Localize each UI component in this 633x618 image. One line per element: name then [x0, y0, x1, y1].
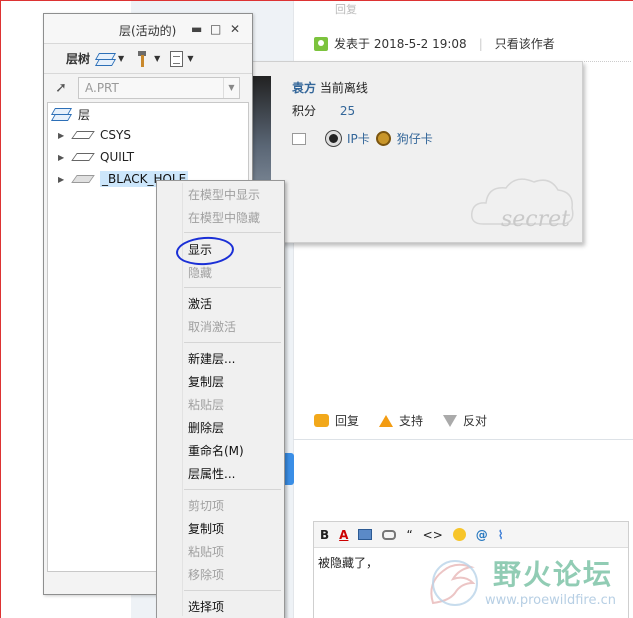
reply-label: 回复 — [335, 414, 360, 428]
model-selector-row: ➚ A.PRT ▼ — [44, 74, 252, 102]
menu-separator — [184, 489, 281, 490]
layers-icon[interactable] — [96, 52, 114, 66]
user-info-card: 袁方 当前离线 积分 25 IP卡 狗仔卡 secret — [246, 61, 583, 243]
layer-window-titlebar[interactable]: 层(活动的) ▬ □ ✕ — [44, 14, 252, 44]
tree-root-label: 层 — [78, 107, 91, 122]
menu-item-copy-layer[interactable]: 复制层 — [188, 373, 224, 390]
thumb-up-arrow-icon — [379, 414, 394, 427]
user-name-line: 袁方 当前离线 — [292, 79, 368, 96]
previous-reply-link[interactable]: 回复 — [335, 1, 357, 17]
layer-window-title: 层(活动的) — [119, 24, 177, 38]
expand-arrow-icon[interactable]: ▶ — [58, 175, 68, 184]
menu-item-rename[interactable]: 重命名(M) — [188, 442, 244, 459]
thumb-down-arrow-icon — [443, 414, 458, 427]
cursor-pick-icon[interactable]: ➚ — [48, 77, 74, 99]
user-status: 当前离线 — [319, 81, 368, 95]
chevron-down-icon[interactable]: ▼ — [154, 54, 160, 63]
link-icon[interactable] — [382, 529, 397, 540]
model-dropdown[interactable]: A.PRT ▼ — [78, 77, 240, 99]
mention-button[interactable]: @ — [476, 528, 488, 542]
close-button[interactable]: ✕ — [230, 22, 240, 36]
maximize-button[interactable]: □ — [210, 22, 221, 36]
tree-item-label: CSYS — [100, 128, 131, 142]
menu-item-cut-item[interactable]: 剪切项 — [188, 497, 224, 514]
settings-document-icon[interactable] — [170, 50, 184, 67]
card-links: IP卡 狗仔卡 — [292, 130, 433, 147]
points-value[interactable]: 25 — [340, 104, 355, 118]
layer-tree-label: 层树 — [66, 52, 91, 66]
menu-item-new-layer[interactable]: 新建层... — [188, 350, 235, 367]
tree-root[interactable]: 层 — [52, 104, 90, 124]
menu-separator — [184, 287, 281, 288]
emoji-icon[interactable] — [452, 528, 466, 541]
user-points: 积分 25 — [292, 102, 355, 119]
bold-button[interactable]: B — [320, 528, 329, 542]
menu-item-hide[interactable]: 隐藏 — [188, 264, 212, 281]
post-actions: 回复 支持 反对 — [314, 412, 501, 429]
watermark-title: 野火论坛 — [493, 558, 614, 591]
menu-separator — [184, 342, 281, 343]
menu-item-copy-item[interactable]: 复制项 — [188, 520, 224, 537]
expand-arrow-icon[interactable]: ▶ — [58, 131, 68, 140]
section-divider — [293, 439, 633, 440]
forum-watermark: 野火论坛 www.proewildfire.cn — [423, 551, 629, 615]
secret-watermark: secret — [500, 207, 570, 232]
chevron-down-icon[interactable]: ▼ — [118, 54, 124, 63]
tree-item-csys[interactable]: ▶ CSYS — [58, 125, 131, 145]
minimize-button[interactable]: ▬ — [191, 22, 202, 36]
reply-icon — [314, 414, 329, 427]
code-button[interactable]: <> — [423, 528, 443, 542]
user-name[interactable]: 袁方 — [292, 81, 316, 95]
layer-icon — [71, 153, 95, 161]
model-name: A.PRT — [85, 81, 119, 95]
reply-button[interactable]: 回复 — [314, 412, 359, 429]
support-button[interactable]: 支持 — [379, 412, 423, 429]
oppose-label: 反对 — [463, 414, 488, 428]
oppose-button[interactable]: 反对 — [443, 412, 487, 429]
layer-icon — [71, 131, 95, 139]
attachment-icon[interactable]: ⌇ — [498, 528, 504, 542]
font-color-button[interactable]: A — [339, 528, 348, 542]
profile-card-icon[interactable] — [292, 132, 306, 145]
menu-item-hide-in-model[interactable]: 在模型中隐藏 — [188, 209, 260, 226]
tree-item-label: QUILT — [100, 150, 135, 164]
menu-item-paste-layer[interactable]: 粘贴层 — [188, 396, 224, 413]
flame-logo-icon — [430, 560, 478, 606]
menu-item-select-items[interactable]: 选择项 — [188, 598, 224, 615]
meta-separator: | — [478, 36, 483, 51]
eye-icon — [325, 130, 342, 147]
dog-icon — [375, 131, 391, 146]
tools-icon[interactable] — [134, 50, 150, 67]
chevron-down-icon[interactable]: ▼ — [187, 54, 193, 63]
menu-item-remove-item[interactable]: 移除项 — [188, 566, 224, 583]
menu-item-deactivate[interactable]: 取消激活 — [188, 318, 236, 335]
menu-item-show-in-model[interactable]: 在模型中显示 — [188, 186, 260, 203]
menu-separator — [184, 590, 281, 591]
menu-item-layer-properties[interactable]: 层属性... — [188, 465, 235, 482]
layer-toolbar: 层树 ▼ ▼ ▼ — [44, 44, 252, 74]
online-status-icon — [314, 36, 328, 51]
post-time: 发表于 2018-5-2 19:08 — [334, 37, 467, 51]
layers-icon — [52, 107, 70, 121]
only-author-link[interactable]: 只看该作者 — [495, 35, 555, 52]
paparazzi-card-link[interactable]: 狗仔卡 — [397, 130, 433, 147]
menu-item-delete-layer[interactable]: 删除层 — [188, 419, 224, 436]
expand-arrow-icon[interactable]: ▶ — [58, 153, 68, 162]
tree-item-quilt[interactable]: ▶ QUILT — [58, 147, 134, 167]
points-label: 积分 — [292, 104, 317, 118]
ip-card-link[interactable]: IP卡 — [347, 130, 370, 147]
menu-separator — [184, 232, 281, 233]
chevron-down-icon[interactable]: ▼ — [223, 78, 239, 98]
watermark-url: www.proewildfire.cn — [485, 593, 616, 608]
menu-item-paste-item[interactable]: 粘贴项 — [188, 543, 224, 560]
support-label: 支持 — [399, 414, 424, 428]
image-icon[interactable] — [358, 529, 373, 540]
post-meta: 发表于 2018-5-2 19:08 | 只看该作者 — [314, 35, 555, 52]
hidden-layer-icon — [71, 175, 95, 183]
editor-toolbar: B A “ <> @ ⌇ — [314, 522, 628, 548]
quote-button[interactable]: “ — [406, 528, 412, 542]
menu-item-activate[interactable]: 激活 — [188, 295, 212, 312]
blue-button-edge[interactable] — [284, 453, 294, 485]
